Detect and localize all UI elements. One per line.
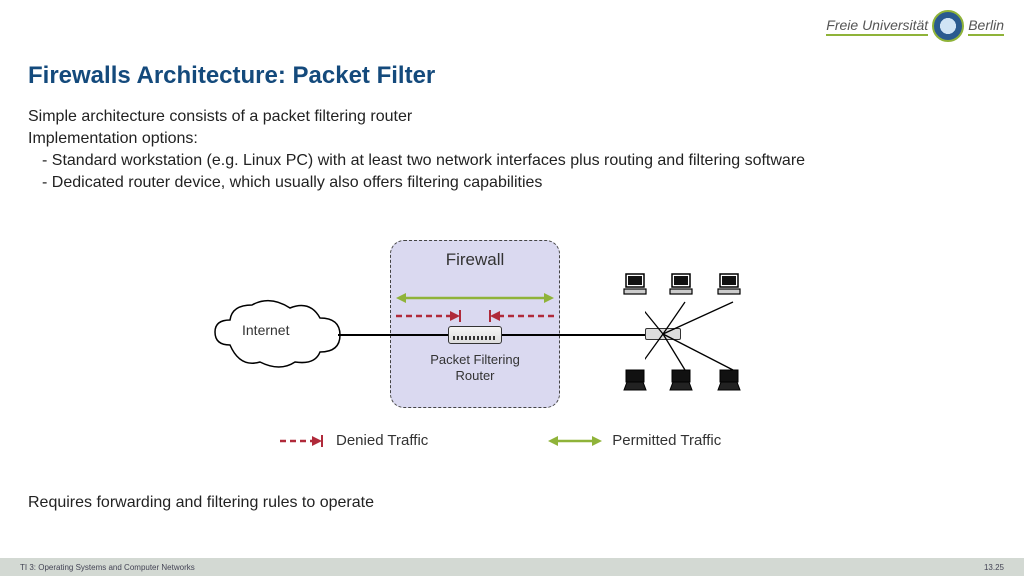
- internet-label: Internet: [242, 322, 289, 338]
- permitted-legend-icon: [548, 434, 602, 448]
- laptop-icon: [716, 368, 742, 392]
- laptop-icon: [622, 368, 648, 392]
- router-label: Packet Filtering Router: [390, 352, 560, 383]
- legend: Denied Traffic Permitted Traffic: [280, 432, 721, 449]
- connection-line-right: [502, 334, 647, 336]
- legend-permitted: Permitted Traffic: [548, 432, 721, 449]
- university-logo: Freie Universität Berlin: [826, 10, 1004, 42]
- legend-permitted-label: Permitted Traffic: [612, 432, 721, 449]
- footer-page: 13.25: [984, 563, 1004, 572]
- logo-text-right: Berlin: [968, 17, 1004, 36]
- option-bullet-2: Dedicated router device, which usually a…: [42, 172, 542, 194]
- footer-course: TI 3: Operating Systems and Computer Net…: [20, 563, 195, 572]
- computer-icon: [622, 272, 648, 296]
- laptop-icon: [668, 368, 694, 392]
- router-icon: [448, 326, 502, 344]
- option-bullet-1: Standard workstation (e.g. Linux PC) wit…: [42, 150, 805, 172]
- slide-title: Firewalls Architecture: Packet Filter: [28, 62, 435, 90]
- legend-denied: Denied Traffic: [280, 432, 428, 449]
- router-label-line2: Router: [455, 368, 494, 383]
- connection-line-left: [338, 334, 448, 336]
- seal-icon: [932, 10, 964, 42]
- computer-icon: [716, 272, 742, 296]
- legend-denied-label: Denied Traffic: [336, 432, 428, 449]
- logo-text-left: Freie Universität: [826, 17, 928, 36]
- footer: TI 3: Operating Systems and Computer Net…: [0, 558, 1024, 576]
- computer-icon: [668, 272, 694, 296]
- denied-arrow-icon: [396, 308, 554, 324]
- router-label-line1: Packet Filtering: [430, 352, 520, 367]
- architecture-diagram: Firewall Packet Filtering Router Interne…: [220, 230, 780, 430]
- closing-line: Requires forwarding and filtering rules …: [28, 492, 374, 514]
- options-heading: Implementation options:: [28, 128, 198, 150]
- denied-legend-icon: [280, 434, 326, 448]
- intro-line: Simple architecture consists of a packet…: [28, 106, 412, 128]
- lan-fanout-lines: [645, 278, 765, 393]
- permitted-arrow-icon: [396, 290, 554, 306]
- firewall-label: Firewall: [390, 250, 560, 270]
